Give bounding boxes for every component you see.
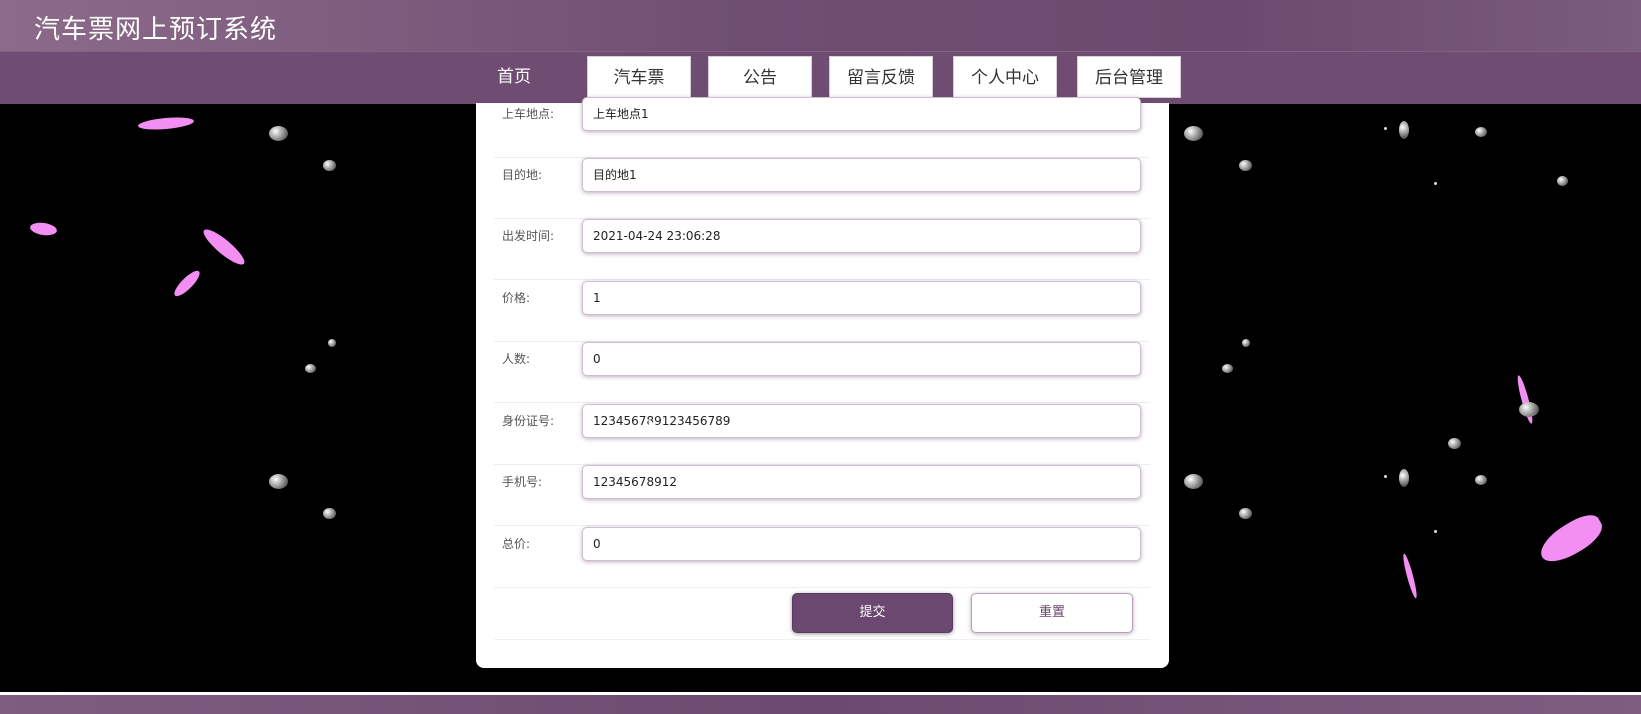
submit-button[interactable]: 提交	[792, 593, 953, 633]
field-label: 上车地点:	[502, 107, 555, 121]
star-decoration	[1434, 182, 1437, 185]
price-input[interactable]: 1	[582, 281, 1141, 315]
page: 汽车票网上预订系统 首页 汽车票 公告 留言反馈 个人中心 后台管理 上车地点:…	[0, 0, 1641, 714]
form-row-phone: 手机号: 12345678912	[494, 465, 1150, 526]
form-row-passenger-count: 人数: 0	[494, 342, 1150, 403]
field-label: 手机号:	[502, 475, 543, 489]
petal-decoration	[1534, 509, 1608, 569]
field-label: 出发时间:	[502, 229, 555, 243]
water-drop-decoration	[1184, 474, 1203, 489]
total-price-input[interactable]: 0	[582, 527, 1141, 561]
water-drop-decoration	[328, 339, 336, 347]
water-drop-decoration	[1475, 475, 1487, 485]
nav-item-feedback[interactable]: 留言反馈	[829, 56, 933, 98]
field-label: 价格:	[502, 291, 531, 305]
water-drop-decoration	[1222, 364, 1233, 373]
petal-decoration	[29, 221, 58, 237]
petal-decoration	[1401, 553, 1419, 599]
phone-input[interactable]: 12345678912	[582, 465, 1141, 499]
form-row-total-price: 总价: 0	[494, 527, 1150, 588]
water-drop-decoration	[323, 160, 336, 171]
site-title: 汽车票网上预订系统	[34, 15, 278, 45]
water-drop-decoration	[1242, 339, 1250, 347]
water-drop-decoration	[1448, 438, 1461, 449]
reset-button[interactable]: 重置	[971, 593, 1133, 633]
water-drop-decoration	[1475, 127, 1487, 137]
petal-decoration	[199, 224, 249, 270]
water-drop-decoration	[1184, 126, 1203, 141]
form-row-destination: 目的地: 目的地1	[494, 158, 1150, 219]
title-bar: 汽车票网上预订系统	[0, 0, 1641, 51]
water-drop-decoration	[1399, 469, 1409, 487]
water-drop-decoration	[1557, 176, 1568, 186]
id-number-input[interactable]: 123456789123456789	[582, 404, 1141, 438]
nav-item-personal-center[interactable]: 个人中心	[953, 56, 1057, 98]
nav-item-home[interactable]: 首页	[462, 56, 566, 98]
star-decoration	[1384, 475, 1387, 478]
petal-decoration	[137, 115, 195, 132]
water-drop-decoration	[1239, 160, 1252, 171]
divider	[494, 639, 1150, 640]
form-row-id-number: 身份证号: 123456789123456789	[494, 404, 1150, 465]
petal-decoration	[171, 267, 203, 300]
footer-bar	[0, 695, 1641, 714]
water-drop-decoration	[1399, 121, 1409, 139]
nav-item-admin[interactable]: 后台管理	[1077, 56, 1181, 98]
water-drop-decoration	[323, 508, 336, 519]
form-row-departure-time: 出发时间: 2021-04-24 23:06:28	[494, 219, 1150, 280]
petal-decoration	[1515, 374, 1535, 425]
passenger-count-input[interactable]: 0	[582, 342, 1141, 376]
field-label: 总价:	[502, 537, 531, 551]
star-decoration	[1434, 530, 1437, 533]
booking-form-panel: 上车地点: 上车地点1 目的地: 目的地1 出发时间: 2021-04-24 2…	[476, 97, 1169, 668]
water-drop-decoration	[1519, 402, 1539, 417]
water-drop-decoration	[305, 364, 316, 373]
destination-input[interactable]: 目的地1	[582, 158, 1141, 192]
nav-item-bus-tickets[interactable]: 汽车票	[587, 56, 691, 98]
water-drop-decoration	[1239, 508, 1252, 519]
star-decoration	[1384, 127, 1387, 130]
form-row-price: 价格: 1	[494, 281, 1150, 342]
field-label: 身份证号:	[502, 414, 555, 428]
field-label: 目的地:	[502, 168, 543, 182]
water-drop-decoration	[269, 126, 288, 141]
field-label: 人数:	[502, 352, 531, 366]
water-drop-decoration	[269, 474, 288, 489]
departure-time-input[interactable]: 2021-04-24 23:06:28	[582, 219, 1141, 253]
nav-item-announcements[interactable]: 公告	[708, 56, 812, 98]
form-row-boarding-point: 上车地点: 上车地点1	[494, 97, 1150, 158]
boarding-point-input[interactable]: 上车地点1	[582, 97, 1141, 131]
